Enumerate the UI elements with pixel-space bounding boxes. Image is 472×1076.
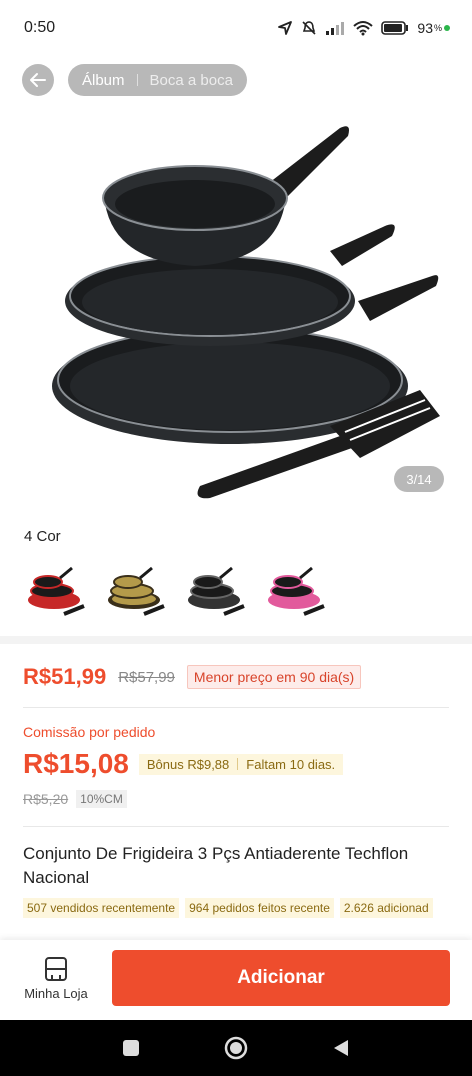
home-icon[interactable] [224, 1036, 248, 1060]
tag-sold-recently: 507 vendidos recentemente [23, 898, 180, 918]
wifi-icon [353, 21, 374, 36]
store-icon [45, 957, 67, 981]
charging-dot [444, 25, 450, 31]
commission-detail-row: R$5,20 10%CM [23, 790, 127, 808]
image-counter: 3/14 [394, 466, 444, 492]
commission-row: R$15,08 Bônus R$9,88 Faltam 10 dias. [23, 748, 344, 780]
battery-icon [381, 21, 409, 35]
color-swatch-red[interactable] [24, 560, 88, 624]
tab-reviews[interactable]: Boca a boca [150, 72, 233, 89]
arrow-left-icon [30, 73, 46, 87]
commission-rate-badge: 10%CM [76, 790, 127, 808]
signal-icon [326, 22, 345, 35]
tab-separator [136, 74, 138, 86]
product-image [52, 126, 440, 499]
tab-album[interactable]: Álbum [82, 72, 125, 89]
color-swatch-pink[interactable] [264, 560, 328, 624]
gallery-tab-switcher: Álbum Boca a boca [68, 64, 247, 96]
mute-icon [302, 21, 316, 35]
my-store-label: Minha Loja [24, 986, 88, 1001]
add-button[interactable]: Adicionar [112, 950, 450, 1006]
my-store-button[interactable]: Minha Loja [16, 956, 96, 1001]
battery-level: 93% [417, 20, 450, 36]
product-image-gallery[interactable]: Álbum Boca a boca 3/14 [0, 56, 472, 506]
lowest-price-badge: Menor preço em 90 dia(s) [186, 665, 362, 689]
back-nav-icon[interactable] [332, 1038, 350, 1058]
commission-value: R$15,08 [23, 748, 129, 779]
color-swatch-black[interactable] [184, 560, 248, 624]
battery-value: 93 [417, 20, 433, 36]
color-swatch-gold[interactable] [104, 560, 168, 624]
color-options-title: 4 Cor [24, 528, 61, 545]
section-divider [0, 636, 472, 644]
divider [23, 707, 449, 708]
status-time: 0:50 [24, 19, 56, 36]
commission-label: Comissão por pedido [23, 724, 156, 740]
bonus-remaining: Faltam 10 dias. [246, 756, 336, 772]
current-price: R$51,99 [23, 664, 107, 689]
status-icons: 93% [277, 20, 450, 36]
recents-icon[interactable] [122, 1039, 140, 1057]
bonus-badge: Bônus R$9,88 Faltam 10 dias. [138, 753, 344, 775]
bonus-separator [237, 758, 239, 770]
bottom-action-bar: Minha Loja Adicionar [0, 940, 472, 1020]
divider [23, 826, 449, 827]
status-bar: 0:50 93% [0, 0, 472, 56]
original-price: R$57,99 [118, 668, 175, 686]
back-button[interactable] [22, 64, 54, 96]
sales-tags: 507 vendidos recentemente 964 pedidos fe… [23, 898, 472, 918]
price-row: R$51,99 R$57,99 Menor preço em 90 dia(s) [23, 664, 362, 690]
product-title: Conjunto De Frigideira 3 Pçs Antiaderent… [23, 844, 409, 887]
tag-orders-recently: 964 pedidos feitos recente [185, 898, 334, 918]
battery-unit: % [433, 23, 442, 33]
color-swatch-list [24, 560, 328, 624]
tag-added: 2.626 adicionad [339, 898, 433, 918]
bonus-amount: Bônus R$9,88 [146, 756, 230, 772]
system-nav-bar [0, 1020, 472, 1076]
location-icon [278, 21, 293, 35]
old-commission: R$5,20 [23, 791, 69, 807]
